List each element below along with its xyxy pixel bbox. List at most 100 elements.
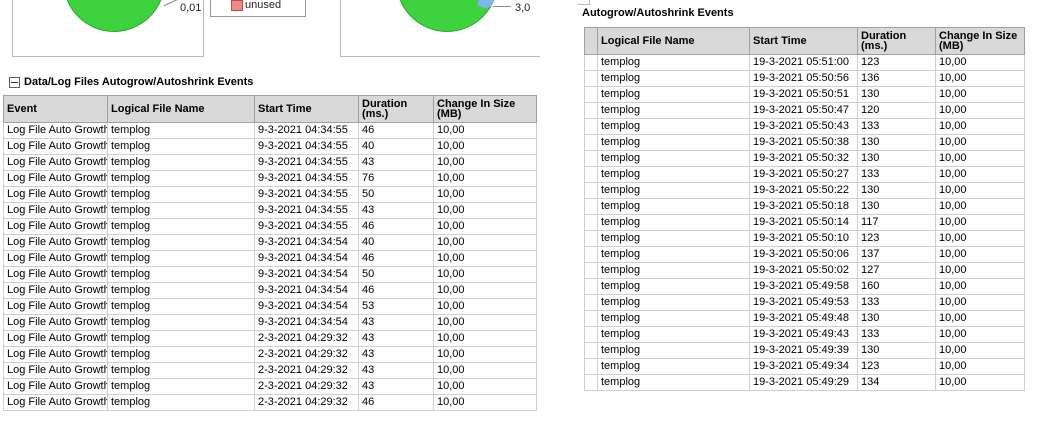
duration-cell: 133 — [857, 118, 936, 135]
table-row[interactable]: Log File Auto Growth templog 2-3-2021 04:2… — [3, 362, 537, 379]
table-row[interactable]: Log File Auto Growth templog 9-3-2021 04:3… — [3, 298, 537, 315]
duration-cell: 120 — [857, 102, 936, 119]
table-row[interactable]: templog 19-3-2021 05:50:06 137 10,00 — [584, 246, 1025, 263]
start-time-cell: 19-3-2021 05:50:43 — [749, 118, 858, 135]
change-in-size-cell: 10,00 — [433, 138, 537, 155]
change-in-size-cell: 10,00 — [935, 294, 1025, 311]
left-report-panel: 0,01 unused 3,0 Data/Log Files Autogrow/… — [0, 0, 540, 443]
row-gutter-cell — [584, 262, 598, 279]
table-row[interactable]: Log File Auto Growth templog 9-3-2021 04:3… — [3, 314, 537, 331]
table-row[interactable]: templog 19-3-2021 05:50:38 130 10,00 — [584, 134, 1025, 151]
column-header-duration[interactable]: Duration (ms.) — [358, 95, 434, 123]
pie-leader-line-right — [493, 6, 511, 7]
section-header-right[interactable]: Autogrow/Autoshrink Events — [582, 7, 734, 19]
column-header-blank — [584, 27, 598, 55]
section-title-right: Autogrow/Autoshrink Events — [582, 7, 734, 19]
table-row[interactable]: templog 19-3-2021 05:51:00 123 10,00 — [584, 54, 1025, 71]
row-gutter-cell — [584, 54, 598, 71]
table-row[interactable]: Log File Auto Growth templog 9-3-2021 04:3… — [3, 138, 537, 155]
table-row[interactable]: Log File Auto Growth templog 2-3-2021 04:2… — [3, 378, 537, 395]
duration-cell: 130 — [857, 182, 936, 199]
duration-cell: 43 — [358, 362, 434, 379]
logical-file-name-cell: templog — [597, 326, 750, 343]
duration-cell: 46 — [358, 122, 434, 139]
start-time-cell: 19-3-2021 05:50:18 — [749, 198, 858, 215]
logical-file-name-cell: templog — [107, 202, 255, 219]
table-row[interactable]: Log File Auto Growth templog 2-3-2021 04:2… — [3, 394, 537, 411]
start-time-cell: 2-3-2021 04:29:32 — [254, 330, 359, 347]
duration-cell: 43 — [358, 330, 434, 347]
table-row[interactable]: Log File Auto Growth templog 2-3-2021 04:2… — [3, 346, 537, 363]
logical-file-name-cell: templog — [107, 378, 255, 395]
table-row[interactable]: templog 19-3-2021 05:50:14 117 10,00 — [584, 214, 1025, 231]
table-row[interactable]: templog 19-3-2021 05:49:39 130 10,00 — [584, 342, 1025, 359]
table-row[interactable]: Log File Auto Growth templog 2-3-2021 04:2… — [3, 330, 537, 347]
duration-cell: 123 — [857, 54, 936, 71]
table-row[interactable]: templog 19-3-2021 05:49:29 134 10,00 — [584, 374, 1025, 391]
table-row[interactable]: Log File Auto Growth templog 9-3-2021 04:3… — [3, 282, 537, 299]
duration-cell: 130 — [857, 150, 936, 167]
table-row[interactable]: Log File Auto Growth templog 9-3-2021 04:3… — [3, 170, 537, 187]
table-row[interactable]: templog 19-3-2021 05:50:51 130 10,00 — [584, 86, 1025, 103]
table-row[interactable]: Log File Auto Growth templog 9-3-2021 04:3… — [3, 234, 537, 251]
column-header-logical-file-name[interactable]: Logical File Name — [597, 27, 750, 55]
section-header-left[interactable]: Data/Log Files Autogrow/Autoshrink Event… — [9, 76, 253, 88]
logical-file-name-cell: templog — [597, 246, 750, 263]
column-header-start-time[interactable]: Start Time — [749, 27, 858, 55]
row-gutter-cell — [584, 278, 598, 295]
table-row[interactable]: templog 19-3-2021 05:49:48 130 10,00 — [584, 310, 1025, 327]
start-time-cell: 19-3-2021 05:50:32 — [749, 150, 858, 167]
table-row[interactable]: templog 19-3-2021 05:50:56 136 10,00 — [584, 70, 1025, 87]
table-row[interactable]: templog 19-3-2021 05:50:02 127 10,00 — [584, 262, 1025, 279]
start-time-cell: 19-3-2021 05:50:47 — [749, 102, 858, 119]
table-row[interactable]: templog 19-3-2021 05:49:58 160 10,00 — [584, 278, 1025, 295]
table-row[interactable]: Log File Auto Growth templog 9-3-2021 04:3… — [3, 250, 537, 267]
table-row[interactable]: Log File Auto Growth templog 9-3-2021 04:3… — [3, 202, 537, 219]
table-row[interactable]: templog 19-3-2021 05:50:32 130 10,00 — [584, 150, 1025, 167]
event-cell: Log File Auto Growth — [3, 378, 108, 395]
table-row[interactable]: templog 19-3-2021 05:49:34 123 10,00 — [584, 358, 1025, 375]
pie-leader-line — [163, 0, 179, 7]
event-cell: Log File Auto Growth — [3, 314, 108, 331]
column-header-event[interactable]: Event — [3, 95, 108, 123]
table-row[interactable]: Log File Auto Growth templog 9-3-2021 04:3… — [3, 266, 537, 283]
start-time-cell: 19-3-2021 05:49:34 — [749, 358, 858, 375]
event-cell: Log File Auto Growth — [3, 266, 108, 283]
table-row[interactable]: Log File Auto Growth templog 9-3-2021 04:3… — [3, 122, 537, 139]
table-row[interactable]: templog 19-3-2021 05:49:43 133 10,00 — [584, 326, 1025, 343]
table-row[interactable]: templog 19-3-2021 05:50:10 123 10,00 — [584, 230, 1025, 247]
duration-cell: 133 — [857, 326, 936, 343]
column-header-change-in-size[interactable]: Change In Size (MB) — [935, 27, 1025, 55]
row-gutter-cell — [584, 326, 598, 343]
column-header-duration[interactable]: Duration (ms.) — [857, 27, 936, 55]
column-header-change-in-size[interactable]: Change In Size (MB) — [433, 95, 537, 123]
table-row[interactable]: templog 19-3-2021 05:50:22 130 10,00 — [584, 182, 1025, 199]
start-time-cell: 19-3-2021 05:50:22 — [749, 182, 858, 199]
table-row[interactable]: templog 19-3-2021 05:50:47 120 10,00 — [584, 102, 1025, 119]
column-header-start-time[interactable]: Start Time — [254, 95, 359, 123]
start-time-cell: 9-3-2021 04:34:55 — [254, 186, 359, 203]
start-time-cell: 9-3-2021 04:34:55 — [254, 154, 359, 171]
table-row[interactable]: templog 19-3-2021 05:49:53 133 10,00 — [584, 294, 1025, 311]
table-row[interactable]: templog 19-3-2021 05:50:18 130 10,00 — [584, 198, 1025, 215]
table-row[interactable]: Log File Auto Growth templog 9-3-2021 04:3… — [3, 154, 537, 171]
change-in-size-cell: 10,00 — [935, 182, 1025, 199]
table-row[interactable]: Log File Auto Growth templog 9-3-2021 04:3… — [3, 186, 537, 203]
start-time-cell: 9-3-2021 04:34:55 — [254, 138, 359, 155]
change-in-size-cell: 10,00 — [935, 166, 1025, 183]
table-row[interactable]: Log File Auto Growth templog 9-3-2021 04:3… — [3, 218, 537, 235]
change-in-size-cell: 10,00 — [935, 278, 1025, 295]
table-header-row: Event Logical File Name Start Time Durat… — [3, 95, 537, 123]
start-time-cell: 9-3-2021 04:34:54 — [254, 234, 359, 251]
logical-file-name-cell: templog — [107, 394, 255, 411]
table-row[interactable]: templog 19-3-2021 05:50:27 133 10,00 — [584, 166, 1025, 183]
event-cell: Log File Auto Growth — [3, 154, 108, 171]
duration-cell: 133 — [857, 294, 936, 311]
start-time-cell: 19-3-2021 05:49:58 — [749, 278, 858, 295]
duration-cell: 130 — [857, 134, 936, 151]
logical-file-name-cell: templog — [597, 102, 750, 119]
duration-cell: 136 — [857, 70, 936, 87]
collapse-minus-icon[interactable] — [9, 76, 20, 88]
table-row[interactable]: templog 19-3-2021 05:50:43 133 10,00 — [584, 118, 1025, 135]
column-header-logical-file-name[interactable]: Logical File Name — [107, 95, 255, 123]
